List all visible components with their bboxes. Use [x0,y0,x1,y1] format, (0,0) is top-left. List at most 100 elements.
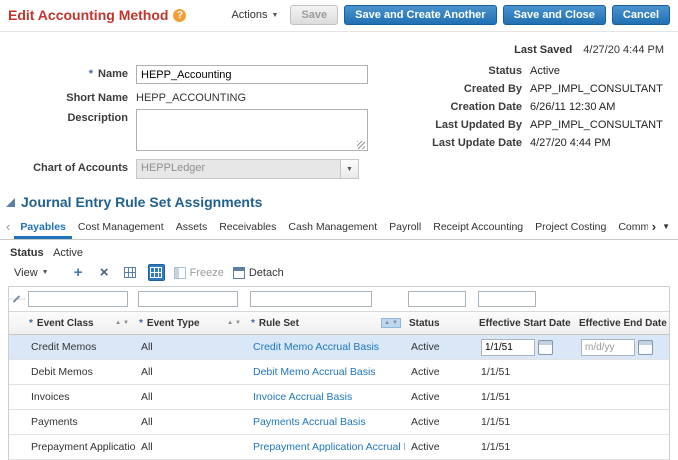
info-value: APP_IMPL_CONSULTANT [530,119,663,131]
table-row[interactable]: Prepayment Applications All Prepayment A… [9,435,669,460]
grid-glyph [124,267,137,278]
export-icon[interactable] [122,264,139,281]
sort-ascending-icon[interactable] [384,320,390,326]
sort-descending-icon[interactable] [392,320,398,326]
record-info-panel: Status Active Created By APP_IMPL_CONSUL… [400,65,670,184]
cancel-button[interactable]: Cancel [611,5,670,25]
detach-icon [232,266,245,279]
start-date-value: 1/1/51 [481,441,511,453]
freeze-label: Freeze [189,266,224,279]
tab-payroll[interactable]: Payroll [383,216,427,239]
sort-ascending-icon[interactable] [115,320,121,326]
table-row[interactable]: Debit Memos All Debit Memo Accrual Basis… [9,360,669,385]
short-name-label: Short Name [66,92,128,104]
save-and-create-another-button[interactable]: Save and Create Another [344,5,497,25]
sort-descending-icon[interactable] [123,320,129,326]
description-wrap [136,109,368,154]
help-icon[interactable] [173,8,187,22]
detach-button[interactable]: Detach [232,266,284,279]
event-class-value: Prepayment Applications [31,441,135,453]
calendar-icon[interactable] [638,339,653,355]
tab-cash-management[interactable]: Cash Management [282,216,383,239]
event-type-value: All [141,416,153,428]
sort-descending-icon[interactable] [235,320,241,326]
status-label: Status [10,247,44,259]
sort-controls[interactable] [225,319,243,327]
view-menu-button[interactable]: View [8,266,55,280]
required-marker: * [251,317,255,329]
info-label: Created By [463,83,522,95]
column-label: Status [409,317,440,329]
rule-set-link[interactable]: Invoice Accrual Basis [253,391,352,403]
page-title: Edit Accounting Method [8,7,169,23]
scroll-left-icon[interactable] [2,219,14,234]
tab-payables[interactable]: Payables [14,216,72,239]
table-row[interactable]: Payments All Payments Accrual Basis Acti… [9,410,669,435]
chevron-down-icon[interactable] [341,159,359,179]
info-row-last-update-date: Last Update Date 4/27/20 4:44 PM [400,137,670,149]
chart-of-accounts-select[interactable]: HEPPLedger [136,159,359,179]
filter-event-type-input[interactable] [138,291,238,307]
rule-set-link[interactable]: Debit Memo Accrual Basis [253,366,376,378]
page-header: Edit Accounting Method Actions Save Save… [0,0,678,32]
resize-handle[interactable] [357,141,365,149]
form-fields: * Name Short Name HEPP_ACCOUNTING Descri… [8,65,400,184]
column-header-event-class[interactable]: * Event Class [25,312,135,334]
filter-start-date-input[interactable] [478,291,536,307]
event-type-value: All [141,366,153,378]
short-name-row: Short Name HEPP_ACCOUNTING [8,89,400,104]
filter-status-input[interactable] [408,291,466,307]
info-row-creation-date: Creation Date 6/26/11 12:30 AM [400,101,670,113]
tab-commercial-banking[interactable]: Commercial Banking [612,216,647,239]
sort-controls[interactable] [381,318,401,328]
info-label: Last Updated By [435,119,522,131]
title-wrap: Edit Accounting Method [8,7,187,23]
save-button[interactable]: Save [290,5,339,25]
calendar-icon[interactable] [538,339,553,355]
description-row: Description [8,109,400,154]
scroll-right-icon[interactable] [648,219,660,234]
edit-pencil-icon [12,295,21,303]
column-header-effective-start-date[interactable]: Effective Start Date [475,312,575,334]
actions-menu-button[interactable]: Actions [225,8,284,22]
chevron-down-icon [42,269,49,276]
column-header-effective-end-date[interactable]: Effective End Date [575,312,669,334]
rule-set-link[interactable]: Payments Accrual Basis [253,416,366,428]
tab-overflow-menu-icon[interactable] [660,222,676,231]
status-value: Active [411,391,440,403]
tab-receivables[interactable]: Receivables [213,216,282,239]
sort-controls[interactable] [113,319,131,327]
column-label: Effective End Date [579,317,667,329]
tab-status-line: Status Active [0,240,678,261]
tab-assets[interactable]: Assets [170,216,214,239]
tab-project-costing[interactable]: Project Costing [529,216,612,239]
effective-start-date-input[interactable] [481,338,535,356]
delete-row-icon[interactable] [96,264,113,281]
tab-cost-management[interactable]: Cost Management [72,216,170,239]
effective-end-date-input[interactable] [581,338,635,356]
filter-event-class-input[interactable] [28,291,128,307]
last-saved: Last Saved 4/27/20 4:44 PM [0,32,678,56]
column-header-event-type[interactable]: * Event Type [135,312,247,334]
name-input[interactable] [136,65,368,84]
table-row[interactable]: Invoices All Invoice Accrual Basis Activ… [9,385,669,410]
table-row[interactable]: Credit Memos All Credit Memo Accrual Bas… [9,335,669,360]
column-header-status[interactable]: Status [405,312,475,334]
query-by-example-icon[interactable] [147,264,165,281]
section-title: Journal Entry Rule Set Assignments [21,194,263,210]
sort-ascending-icon[interactable] [227,320,233,326]
description-input[interactable] [136,109,368,151]
tab-receipt-accounting[interactable]: Receipt Accounting [427,216,529,239]
rule-set-link[interactable]: Credit Memo Accrual Basis [253,341,379,353]
event-type-value: All [141,341,153,353]
freeze-button[interactable]: Freeze [173,266,224,279]
status-value: Active [411,366,440,378]
filter-rule-set-input[interactable] [250,291,372,307]
save-and-close-button[interactable]: Save and Close [502,5,606,25]
section-journal-entry-rule-set-assignments[interactable]: Journal Entry Rule Set Assignments [0,184,678,214]
edit-gutter[interactable] [9,295,25,303]
column-header-rule-set[interactable]: * Rule Set [247,312,405,334]
add-row-icon[interactable] [70,264,87,281]
rule-set-link[interactable]: Prepayment Application Accrual Basis [253,441,405,453]
collapse-triangle-icon[interactable] [6,197,15,207]
